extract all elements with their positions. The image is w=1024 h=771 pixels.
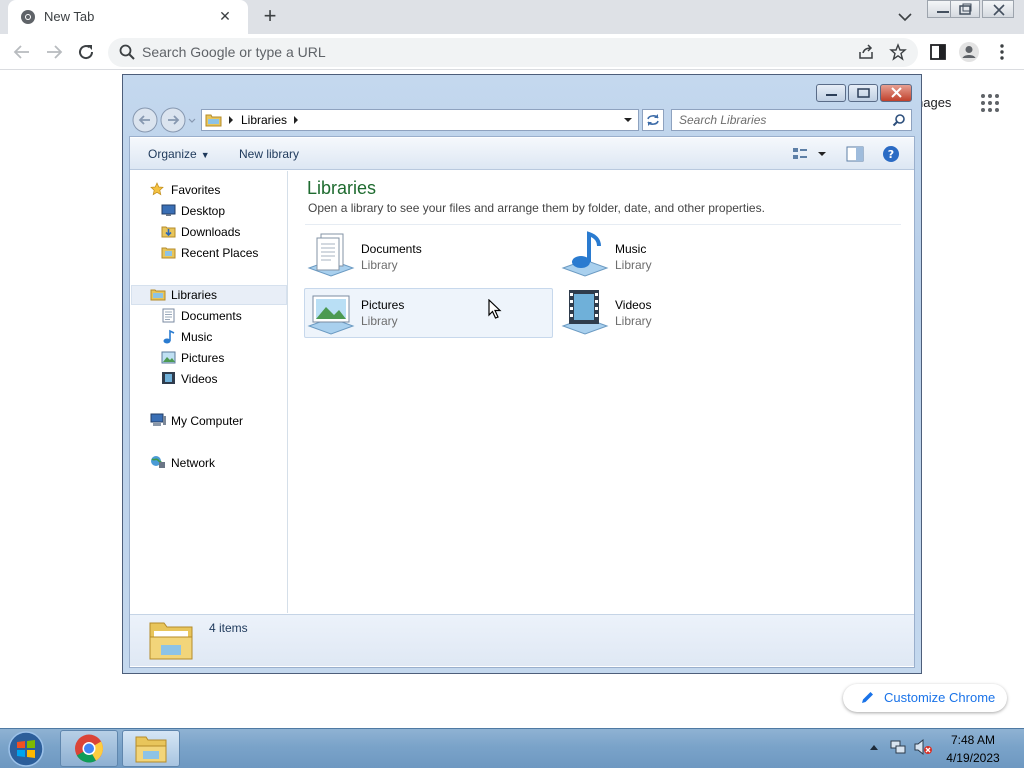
computer-icon [150,413,166,426]
profile-avatar-icon[interactable] [958,41,980,63]
recent-places-icon [161,247,176,259]
chrome-favicon-icon [21,10,35,24]
svg-text:?: ? [888,148,894,161]
search-libraries-placeholder: Search Libraries [679,113,767,127]
downloads-folder-icon [161,226,176,238]
library-documents-type: Library [361,258,398,272]
music-library-icon[interactable] [561,230,609,278]
menu-kebab-icon[interactable] [994,43,1010,61]
libraries-folder-large-icon [149,622,193,660]
library-videos-type: Library [615,314,652,328]
documents-icon [162,308,175,323]
videos-filmstrip-icon [162,372,175,384]
breadcrumb-arrow-icon[interactable] [227,115,235,125]
tray-network-icon[interactable] [889,738,907,756]
tab-search-chevron-icon[interactable] [893,6,917,28]
window-restore-button[interactable] [950,0,980,18]
reload-icon[interactable] [74,40,98,64]
library-music-type: Library [615,258,652,272]
nav-recent-places[interactable]: Recent Places [181,246,258,260]
tab-close-icon[interactable]: ✕ [215,6,235,26]
close-icon [993,4,1005,16]
preview-pane-icon[interactable] [846,146,864,162]
search-icon[interactable] [892,113,906,127]
library-music-name[interactable]: Music [615,242,646,256]
maximize-icon [857,88,870,98]
nav-favorites[interactable]: Favorites [171,183,220,197]
tab-title: New Tab [44,9,95,24]
network-icon [151,456,165,468]
bookmark-star-icon[interactable] [889,43,907,61]
forward-arrow-icon[interactable] [42,40,66,64]
organize-label: Organize [148,147,197,161]
refresh-button[interactable] [642,109,664,131]
explorer-maximize-button[interactable] [848,84,878,102]
address-history-dropdown-icon[interactable] [622,116,634,124]
status-item-count: 4 items [209,621,248,635]
window-close-button[interactable] [982,0,1014,18]
explorer-minimize-button[interactable] [816,84,846,102]
favorites-star-icon [150,182,164,196]
back-arrow-icon[interactable] [10,40,34,64]
library-documents-name[interactable]: Documents [361,242,422,256]
content-divider [305,224,901,225]
help-icon[interactable]: ? [882,145,900,163]
restore-icon [959,3,972,15]
side-panel-icon[interactable] [929,43,947,61]
nav-documents[interactable]: Documents [181,309,242,323]
pencil-icon [862,692,873,703]
nav-pictures[interactable]: Pictures [181,351,224,365]
share-icon[interactable] [857,43,875,61]
start-button-windows-icon[interactable] [6,730,46,768]
library-description: Open a library to see your files and arr… [308,201,765,215]
explorer-folder-icon [135,736,167,763]
explorer-close-button[interactable] [880,84,912,102]
libraries-folder-icon [150,289,166,301]
music-note-icon [163,329,175,344]
taskbar-explorer-button[interactable] [122,730,180,767]
change-view-icon[interactable] [792,146,828,162]
nav-downloads[interactable]: Downloads [181,225,240,239]
libraries-folder-icon [205,114,222,127]
search-icon [119,44,135,60]
nav-my-computer[interactable]: My Computer [171,414,243,428]
google-apps-grid-icon[interactable] [980,93,1000,113]
mouse-cursor-icon [488,299,502,319]
new-library-button[interactable]: New library [239,147,299,161]
nav-libraries[interactable]: Libraries [171,288,217,302]
library-heading: Libraries [307,178,377,198]
customize-chrome-label: Customize Chrome [884,690,996,705]
nav-videos[interactable]: Videos [181,372,217,386]
breadcrumb-libraries[interactable]: Libraries [241,113,287,127]
library-pictures-name[interactable]: Pictures [361,298,404,312]
breadcrumb-arrow-icon[interactable] [292,115,300,125]
close-icon [891,87,902,98]
videos-library-icon[interactable] [561,288,609,336]
refresh-icon [647,114,659,126]
nav-desktop[interactable]: Desktop [181,204,225,218]
tray-clock-time[interactable]: 7:48 AM [930,733,1016,747]
library-pictures-type: Library [361,314,398,328]
dropdown-arrow-icon: ▼ [200,150,210,160]
tray-show-hidden-icon[interactable] [868,742,880,752]
desktop-icon [161,204,176,216]
library-videos-name[interactable]: Videos [615,298,651,312]
organize-button[interactable]: Organize ▼ [148,147,210,161]
nav-music[interactable]: Music [181,330,212,344]
documents-library-icon[interactable] [307,230,355,278]
minimize-icon [826,94,837,96]
omnibox-placeholder: Search Google or type a URL [142,44,326,60]
pictures-icon [161,351,176,364]
new-tab-button[interactable]: + [258,5,282,29]
taskbar-chrome-button[interactable] [60,730,118,767]
chrome-logo-icon [75,734,103,763]
nav-network[interactable]: Network [171,456,215,470]
pictures-library-icon[interactable] [307,288,355,336]
back-forward-buttons[interactable] [131,106,197,134]
tray-clock-date[interactable]: 4/19/2023 [930,751,1016,765]
